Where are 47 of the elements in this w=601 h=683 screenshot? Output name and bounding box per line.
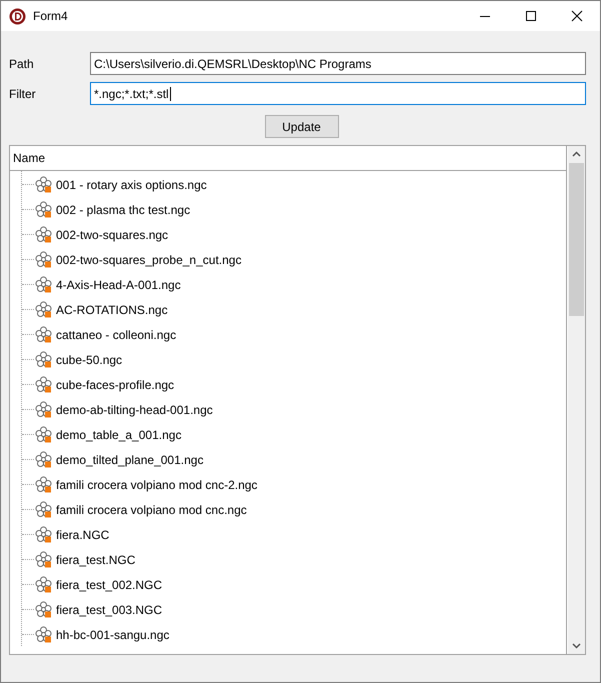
file-icon (35, 426, 52, 443)
file-icon (35, 576, 52, 593)
file-name[interactable]: cube-faces-profile.ngc (56, 378, 174, 392)
file-icon (35, 201, 52, 218)
file-icon (35, 626, 52, 643)
file-icon (35, 476, 52, 493)
update-button[interactable]: Update (264, 115, 338, 138)
file-icon (35, 176, 52, 193)
file-icon (35, 376, 52, 393)
file-icon (35, 501, 52, 518)
file-icon (35, 301, 52, 318)
file-name[interactable]: fiera_test_003.NGC (56, 602, 162, 616)
file-icon (35, 551, 52, 568)
file-name[interactable]: fiera_test.NGC (56, 552, 136, 566)
scrollbar[interactable] (567, 146, 585, 654)
file-icon (35, 351, 52, 368)
file-name[interactable]: 001 - rotary axis options.ngc (56, 178, 207, 192)
file-name[interactable]: demo_table_a_001.ngc (56, 428, 182, 442)
file-name[interactable]: famili crocera volpiano mod cnc-2.ngc (56, 478, 258, 492)
file-icon (35, 526, 52, 543)
app-icon (9, 8, 26, 24)
column-header[interactable]: Name (10, 146, 566, 171)
file-name[interactable]: fiera_test_002.NGC (56, 578, 162, 592)
file-icon (35, 226, 52, 243)
field-label: Path (9, 56, 35, 70)
file-name[interactable]: famili crocera volpiano mod cnc.ngc (56, 502, 247, 516)
file-icon (35, 251, 52, 268)
file-icon (35, 601, 52, 618)
file-icon (35, 326, 52, 343)
file-name[interactable]: demo-ab-tilting-head-001.ngc (56, 402, 213, 416)
file-icon (35, 276, 52, 293)
file-name[interactable]: 4-Axis-Head-A-001.ngc (56, 278, 181, 292)
window-title: Form4 (33, 9, 68, 23)
file-name[interactable]: cattaneo - colleoni.ngc (56, 328, 176, 342)
file-name[interactable]: fiera.NGC (56, 528, 110, 542)
file-icon (35, 401, 52, 418)
input-field[interactable]: *.ngc;*.txt;*.stl (90, 82, 586, 105)
file-name[interactable]: cube-50.ngc (56, 352, 122, 366)
file-name[interactable]: hh-bc-001-sangu.ngc (56, 628, 170, 642)
file-name[interactable]: demo_tilted_plane_001.ngc (56, 452, 204, 466)
file-name[interactable]: 002 - plasma thc test.ngc (56, 202, 190, 216)
field-label: Filter (9, 86, 37, 100)
file-icon (35, 451, 52, 468)
input-field[interactable]: C:\Users\silverio.di.QEMSRL\Desktop\NC Programs (90, 52, 586, 75)
file-name[interactable]: 002-two-squares_probe_n_cut.ngc (56, 252, 242, 266)
file-name[interactable]: AC-ROTATIONS.ngc (56, 302, 168, 316)
file-name[interactable]: 002-two-squares.ngc (56, 228, 168, 242)
